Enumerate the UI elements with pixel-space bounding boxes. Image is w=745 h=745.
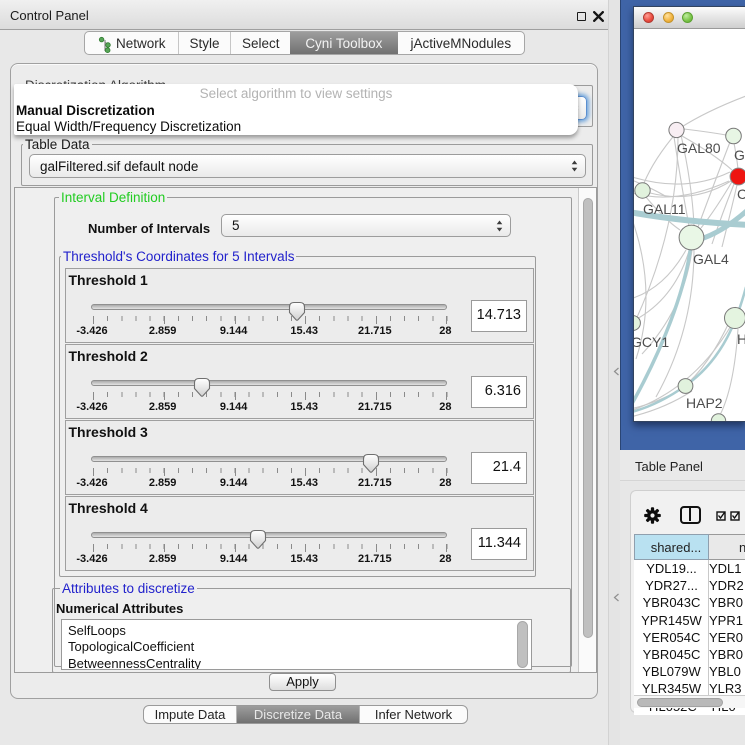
svg-text:C: C — [737, 186, 745, 202]
svg-text:HAP2: HAP2 — [686, 395, 723, 411]
svg-text:GAL4: GAL4 — [693, 251, 729, 267]
svg-text:GAL80: GAL80 — [677, 140, 721, 156]
svg-text:GCY1: GCY1 — [634, 334, 669, 350]
svg-text:H: H — [737, 331, 745, 347]
svg-text:GAL11: GAL11 — [643, 201, 686, 217]
svg-text:G: G — [734, 147, 745, 163]
